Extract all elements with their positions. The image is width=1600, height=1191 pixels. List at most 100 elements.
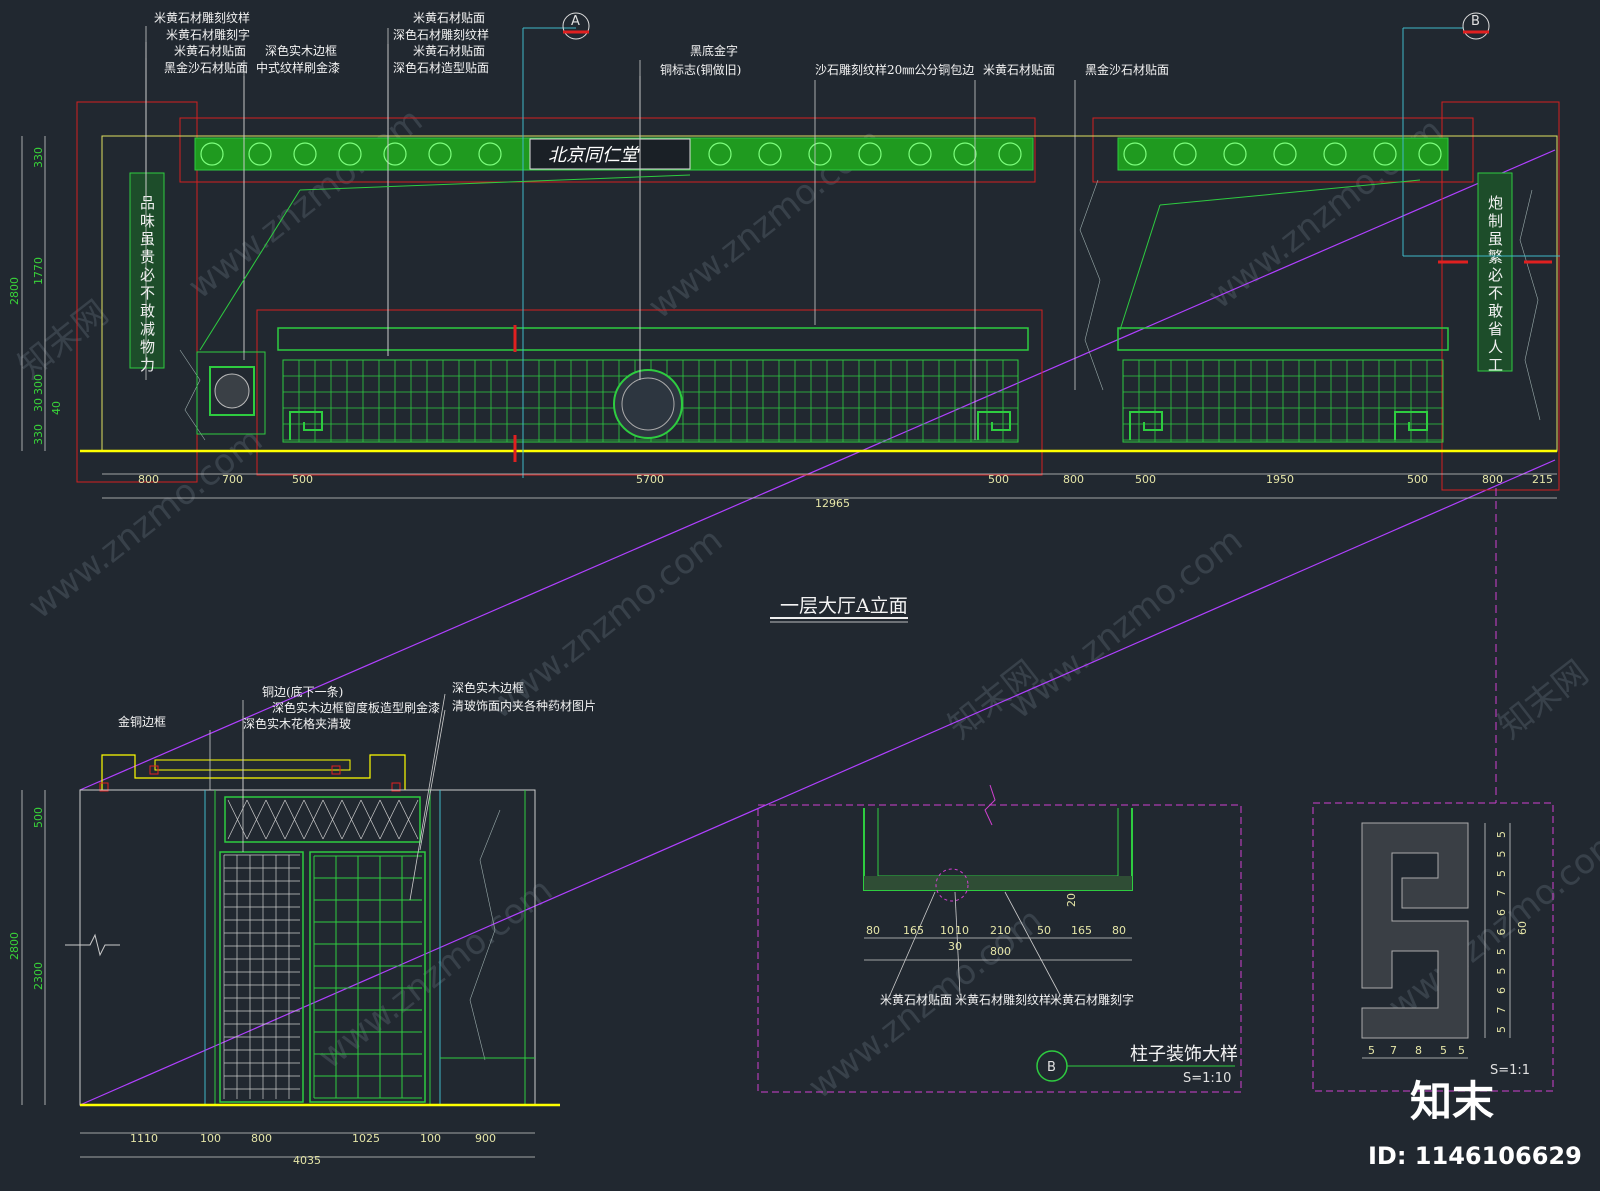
lattice-grid — [282, 359, 1444, 442]
label-black-gold-stone-2: 黑金沙石材贴面 — [1085, 62, 1169, 77]
dim-text: 165 — [1071, 924, 1092, 937]
dim-text: 6 — [1495, 909, 1508, 916]
dim-text: 2800 — [8, 277, 21, 305]
dim-text: 100 — [420, 1132, 441, 1145]
label-copper-logo: 铜标志(铜做旧) — [660, 62, 741, 77]
label-black-gold-text: 黑底金字 — [690, 43, 738, 58]
brand-logo-text: 知末 — [1410, 1077, 1494, 1126]
label-dark-wood-frame-2: 深色实木边框 — [452, 680, 524, 695]
watermark-text: www.znzmo.com — [181, 100, 430, 307]
dim-text: 500 — [1407, 473, 1428, 486]
cornice-profile — [154, 759, 351, 771]
medallion — [214, 373, 250, 409]
dim-text: 210 — [990, 924, 1011, 937]
dim-text: 40 — [50, 401, 63, 415]
dim-text: 5 — [1495, 968, 1508, 975]
sign-text: 北京同仁堂 — [548, 145, 640, 166]
label-dark-wood-frame-gold: 深色实木边框窗度板造型刷金漆 — [272, 700, 440, 715]
label-copper-edge: 铜边(底下一条) — [262, 684, 343, 699]
dim-text-total: 800 — [990, 945, 1011, 958]
dim-text: 800 — [138, 473, 159, 486]
dim-text: 8 — [1415, 1044, 1422, 1057]
dim-text: 1950 — [1266, 473, 1294, 486]
label-beige-stone-carved-text: 米黄石材雕刻字 — [166, 27, 250, 42]
label-beige-stone-facing-3: 米黄石材贴面 — [413, 44, 485, 58]
dim-text: 5 — [1495, 948, 1508, 955]
break-mark — [65, 933, 120, 957]
dim-text: 5 — [1495, 851, 1508, 858]
dim-text: 5 — [1458, 1044, 1465, 1057]
label-gold-copper-frame: 金铜边框 — [118, 714, 166, 729]
pattern-right-dims: 5 5 5 7 6 6 5 5 6 7 5 — [1495, 831, 1508, 1033]
dim-text: 7 — [1495, 890, 1508, 897]
dim-text: 300 — [32, 374, 45, 395]
label-dark-stone-carved: 深色石材雕刻纹样 — [393, 27, 489, 42]
dim-text: 165 — [903, 924, 924, 937]
detail-scale: S=1:10 — [1183, 1071, 1231, 1086]
dim-text: 500 — [32, 807, 45, 828]
dim-text: 500 — [988, 473, 1009, 486]
label-gold-paint-pattern: 中式纹样刷金漆 — [256, 60, 340, 75]
left-couplet: 品味虽贵必不敢减物力 — [138, 195, 156, 375]
magenta-guide-line — [79, 459, 1556, 1106]
dim-text: 1110 — [130, 1132, 158, 1145]
cornice-left — [277, 327, 1029, 351]
dim-text-total: 60 — [1516, 921, 1529, 935]
label-beige-stone-carved-text: 米黄石材雕刻字 — [1050, 992, 1134, 1007]
transom-lattice — [227, 799, 419, 840]
dim-text: 10 — [955, 924, 969, 937]
watermark-text: www.znzmo.com — [481, 520, 730, 727]
dim-text: 5 — [1440, 1044, 1447, 1057]
dim-text: 80 — [1112, 924, 1126, 937]
stone-vein — [1079, 179, 1104, 391]
fret-motif — [289, 411, 323, 440]
label-beige-stone-facing-2: 米黄石材贴面 — [413, 11, 485, 25]
dim-text: 500 — [292, 473, 313, 486]
drawing-title: 一层大厅A立面 — [780, 595, 908, 617]
door-panel-left — [219, 851, 304, 1103]
label-dark-stone-shape: 深色石材造型贴面 — [393, 61, 489, 75]
label-beige-stone-facing: 米黄石材贴面 — [880, 993, 952, 1007]
fret-motif — [1129, 411, 1163, 440]
door-lattice-left — [223, 854, 300, 1099]
dim-text-total: 12965 — [815, 497, 850, 510]
dim-text: 800 — [1063, 473, 1084, 486]
dim-text: 900 — [475, 1132, 496, 1145]
dim-text: 800 — [1482, 473, 1503, 486]
dim-text-total: 4035 — [293, 1154, 321, 1167]
dim-text: 5 — [1495, 1026, 1508, 1033]
label-black-gold-stone: 黑金沙石材贴面 — [164, 60, 248, 75]
section-marker-b-label: B — [1471, 14, 1480, 29]
dim-text: 215 — [1532, 473, 1553, 486]
dim-text: 5 — [1495, 831, 1508, 838]
watermark-text: www.znzmo.com — [311, 870, 560, 1077]
dim-text: 5 — [1368, 1044, 1375, 1057]
dim-text: 50 — [1037, 924, 1051, 937]
dim-text: 30 — [948, 940, 962, 953]
image-id: ID: 1146106629 — [1368, 1142, 1582, 1170]
dim-text: 80 — [866, 924, 880, 937]
dim-text: 30 — [32, 398, 45, 412]
label-beige-stone-facing: 米黄石材贴面 — [174, 44, 246, 58]
section-marker-a-label: A — [571, 14, 580, 29]
detail-marker-label: B — [1047, 1060, 1056, 1075]
dim-text: 1770 — [32, 257, 45, 285]
transom-panel — [224, 796, 421, 843]
right-couplet: 炮制虽繁必不敢省人工 — [1486, 195, 1504, 375]
dim-text: 10 — [940, 924, 954, 937]
stone-vein — [1519, 189, 1541, 421]
watermark-brand: 知末网 — [1491, 653, 1596, 747]
elevation-a: 北京同仁堂 品味虽贵必不敢减物力 炮制虽繁必不敢省人工 A B 米黄石材雕刻纹样… — [8, 10, 1560, 623]
detail-title: 柱子装饰大样 — [1130, 1044, 1238, 1065]
cornice-right — [1117, 327, 1449, 351]
label-sandstone-copper: 沙石雕刻纹样20㎜公分铜包边 — [815, 62, 974, 77]
label-beige-stone-facing-4: 米黄石材贴面 — [983, 63, 1055, 77]
dim-text: 2800 — [8, 932, 21, 960]
label-beige-stone-carved-pattern: 米黄石材雕刻纹样 — [154, 10, 250, 25]
green-leader — [1119, 204, 1161, 331]
label-beige-stone-carved-pattern: 米黄石材雕刻纹样 — [955, 992, 1051, 1007]
dim-text: 7 — [1495, 1007, 1508, 1014]
dim-text: 6 — [1495, 929, 1508, 936]
dim-text: 5 — [1495, 870, 1508, 877]
dim-text: 100 — [200, 1132, 221, 1145]
